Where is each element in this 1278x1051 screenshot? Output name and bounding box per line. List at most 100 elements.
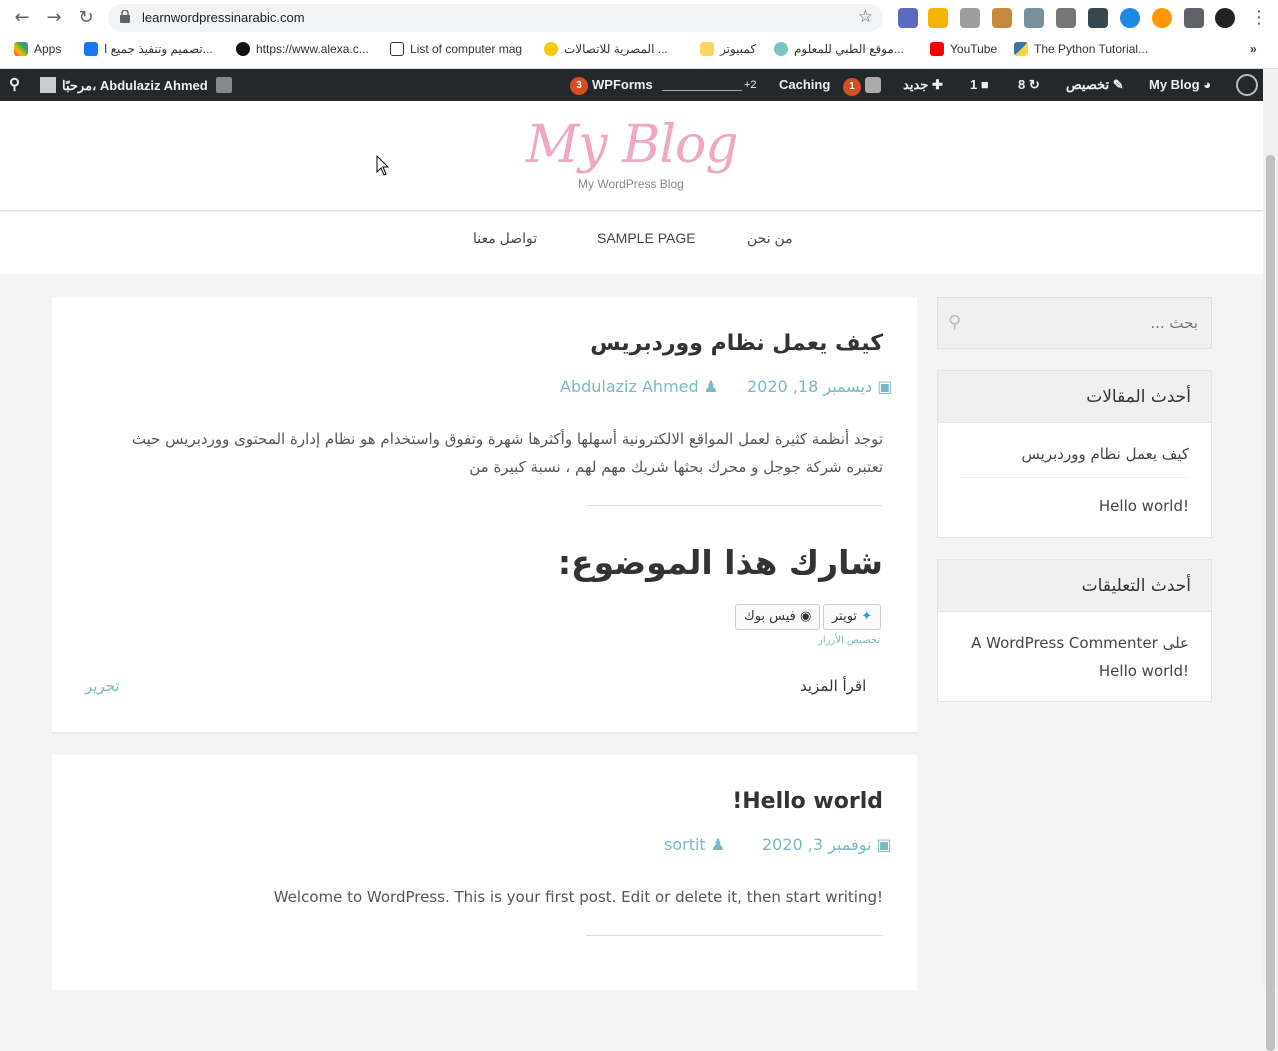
- bookmark-item[interactable]: المصرية للاتصالات ...: [544, 42, 668, 56]
- recent-comment-author[interactable]: A WordPress Commenter على: [971, 634, 1189, 652]
- comments-menu[interactable]: 1 ■: [970, 77, 989, 92]
- scrollbar-thumb[interactable]: [1266, 155, 1275, 1051]
- caching-menu[interactable]: Caching: [779, 77, 830, 92]
- widget-title-bar: أحدث المقالات: [938, 371, 1211, 423]
- twitter-icon: ✦: [861, 609, 873, 624]
- customize-menu[interactable]: تخصيص ✎: [1066, 77, 1124, 93]
- post-title[interactable]: كيف يعمل نظام ووردبريس: [590, 331, 883, 356]
- admin-user-menu[interactable]: مرحبًا، Abdulaziz Ahmed: [40, 77, 208, 94]
- post-card: Hello world! sortit ♟ نوفمبر 3, 2020 ▣ W…: [52, 755, 917, 990]
- bookmark-item[interactable]: The Python Tutorial...: [1014, 42, 1148, 56]
- refresh-icon: ↻: [1028, 77, 1040, 92]
- menu-dots-icon[interactable]: ⋮: [1247, 6, 1271, 30]
- post-separator: [586, 505, 883, 506]
- wpforms-menu[interactable]: 3 WPForms: [570, 77, 653, 95]
- avatar: [40, 77, 56, 93]
- facebook-share-button[interactable]: فيس بوك ◉: [735, 604, 821, 630]
- widget-title: أحدث التعليقات: [1081, 576, 1191, 596]
- site-menu[interactable]: My Blog ◕: [1149, 77, 1211, 92]
- bookmark-item[interactable]: https://www.alexa.c...: [236, 42, 369, 56]
- post-separator: [586, 935, 883, 936]
- tool-extension-icon[interactable]: [992, 8, 1012, 28]
- date-text: نوفمبر 3, 2020: [762, 835, 872, 854]
- recent-comment-post[interactable]: Hello world!: [1099, 662, 1189, 680]
- orange-extension-icon[interactable]: [1152, 8, 1172, 28]
- yoast-menu[interactable]: 1: [843, 77, 881, 96]
- back-icon[interactable]: ←: [10, 6, 34, 30]
- author-name: Abdulaziz Ahmed: [560, 377, 699, 396]
- calendar-icon: ▣: [877, 377, 893, 396]
- alexa-extension-icon[interactable]: [1120, 8, 1140, 28]
- python-icon: [1014, 42, 1028, 56]
- site-label: My Blog: [1149, 77, 1200, 92]
- camera-extension-icon[interactable]: [960, 8, 980, 28]
- pencil-extension-icon[interactable]: [928, 8, 948, 28]
- site-tagline: My WordPress Blog: [578, 177, 684, 191]
- bookmarks-bar: Apps تصميم وتنفيذ جميع ا... https://www.…: [0, 36, 1278, 64]
- recent-posts-widget: أحدث المقالات كيف يعمل نظام ووردبريس Hel…: [937, 370, 1212, 538]
- plus-icon: ✚: [931, 77, 943, 92]
- yoast-icon: [865, 77, 881, 93]
- search-icon[interactable]: ⚲: [9, 75, 20, 93]
- new-label: جديد: [903, 77, 929, 92]
- site-header: My Blog My WordPress Blog: [0, 101, 1263, 211]
- divider: [960, 477, 1190, 478]
- new-content-menu[interactable]: جديد ✚: [903, 77, 943, 93]
- bookmark-item[interactable]: List of computer mag: [390, 42, 522, 56]
- updates-count: 8: [1018, 77, 1026, 92]
- post-author[interactable]: Abdulaziz Ahmed ♟: [560, 377, 718, 396]
- menu-item-about[interactable]: من نحن: [747, 230, 793, 247]
- stats-plus: +2: [744, 79, 757, 91]
- post-author[interactable]: sortit ♟: [664, 835, 725, 854]
- wordpress-logo-icon[interactable]: [1236, 74, 1258, 96]
- stats-sparkline[interactable]: [662, 83, 742, 91]
- alexa-icon: [236, 42, 250, 56]
- customize-buttons-link[interactable]: تخصيص الأزرار: [818, 635, 880, 646]
- mouse-cursor-icon: [376, 155, 390, 176]
- bookmark-item[interactable]: كمبيوتر: [700, 42, 756, 56]
- wpforms-label: WPForms: [592, 77, 653, 92]
- more-bookmarks-icon[interactable]: »: [1250, 42, 1257, 56]
- site-logo[interactable]: My Blog: [526, 115, 739, 175]
- notes-icon[interactable]: [216, 77, 232, 93]
- m-extension-icon[interactable]: [1088, 8, 1108, 28]
- widget-title: أحدث المقالات: [1086, 387, 1191, 407]
- wpforms-badge: 3: [570, 77, 588, 95]
- updates-menu[interactable]: 8 ↻: [1018, 77, 1040, 93]
- search-icon[interactable]: ⚲: [948, 312, 961, 333]
- reload-icon[interactable]: ↻: [74, 6, 98, 30]
- menu-scallop-border: [0, 261, 1263, 275]
- search-widget[interactable]: ⚲: [937, 297, 1212, 349]
- share-heading: شارك هذا الموضوع:: [557, 543, 883, 582]
- post-date[interactable]: نوفمبر 3, 2020 ▣: [762, 835, 892, 854]
- bookmark-label: The Python Tutorial...: [1034, 42, 1149, 56]
- customize-label: تخصيص: [1066, 77, 1110, 92]
- post-excerpt: توجد أنظمة كثيرة لعمل المواقع الالكتروني…: [131, 430, 883, 476]
- bookmark-star-icon[interactable]: ☆: [858, 7, 873, 27]
- twitter-share-button[interactable]: تويتر ✦: [823, 604, 882, 630]
- bookmark-item[interactable]: YouTube: [930, 42, 997, 56]
- youtube-icon: [930, 42, 944, 56]
- post-title[interactable]: Hello world!: [732, 789, 883, 814]
- search-input[interactable]: [978, 310, 1198, 336]
- widget-title-bar: أحدث التعليقات: [938, 560, 1211, 612]
- download-extension-icon[interactable]: [1056, 8, 1076, 28]
- edit-link[interactable]: تحرير: [85, 677, 120, 695]
- puzzle-extensions-icon[interactable]: [1184, 8, 1204, 28]
- profile-avatar[interactable]: [1215, 8, 1235, 28]
- menu-item-sample-page[interactable]: SAMPLE PAGE: [597, 230, 696, 246]
- address-bar[interactable]: learnwordpressinarabic.com ☆: [108, 4, 883, 32]
- eye-extension-icon[interactable]: [1024, 8, 1044, 28]
- read-more-link[interactable]: اقرأ المزيد: [800, 677, 866, 695]
- recent-comments-widget: أحدث التعليقات A WordPress Commenter على…: [937, 559, 1212, 702]
- extension-icon[interactable]: [898, 8, 918, 28]
- bookmark-apps[interactable]: Apps: [14, 42, 61, 56]
- recent-post-link[interactable]: Hello world!: [1099, 497, 1189, 515]
- menu-item-contact[interactable]: تواصل معنا: [473, 230, 537, 247]
- forward-icon[interactable]: →: [42, 6, 66, 30]
- post-date[interactable]: ديسمبر 18, 2020 ▣: [747, 377, 892, 396]
- bookmark-item[interactable]: موقع الطبي للمعلوم...: [774, 42, 904, 56]
- recent-post-link[interactable]: كيف يعمل نظام ووردبريس: [1022, 445, 1189, 463]
- page-scrollbar[interactable]: [1263, 69, 1278, 1051]
- bookmark-item[interactable]: تصميم وتنفيذ جميع ا...: [84, 42, 213, 56]
